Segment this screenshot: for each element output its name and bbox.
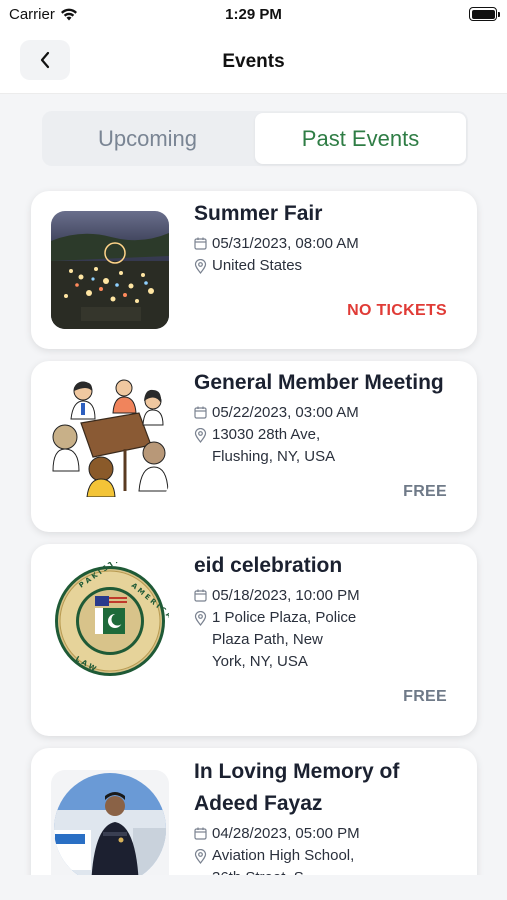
event-title: Summer Fair xyxy=(194,202,323,225)
event-location-line: Flushing, NY, USA xyxy=(212,448,336,465)
event-title: eid celebration xyxy=(194,554,343,577)
calendar-icon xyxy=(194,406,207,419)
location-pin-icon xyxy=(194,428,207,443)
event-location: Aviation High School, 36th Street, S... xyxy=(194,845,457,875)
event-location-line: Plaza Path, New xyxy=(212,631,323,648)
event-title: In Loving Memory of Adeed Fayaz xyxy=(194,756,467,820)
location-pin-icon xyxy=(194,849,207,864)
event-location-line: 13030 28th Ave, xyxy=(212,426,321,443)
tab-past-events[interactable]: Past Events xyxy=(255,113,466,164)
ticket-price-badge: FREE xyxy=(403,688,447,705)
event-date: 05/31/2023, 08:00 AM xyxy=(194,233,457,255)
event-card-summer-fair[interactable]: Summer Fair 05/31/2023, 08:00 AM United … xyxy=(31,191,477,349)
location-pin-icon xyxy=(194,259,207,274)
event-image-meeting xyxy=(51,379,169,497)
event-card-in-loving-memory[interactable]: In Loving Memory of Adeed Fayaz 04/28/20… xyxy=(31,748,477,875)
tab-upcoming[interactable]: Upcoming xyxy=(42,111,253,166)
event-card-eid-celebration[interactable]: P A K I S T A N I L A W A M E R I C A N … xyxy=(31,544,477,736)
event-card-general-member-meeting[interactable]: General Member Meeting 05/22/2023, 03:00… xyxy=(31,361,477,532)
event-image-fair xyxy=(51,211,169,329)
event-location-line: York, NY, USA xyxy=(212,653,308,670)
event-location: 13030 28th Ave, Flushing, NY, USA xyxy=(194,424,457,468)
event-title: General Member Meeting xyxy=(194,371,444,394)
ticket-status-badge: NO TICKETS xyxy=(347,302,447,319)
event-date: 05/18/2023, 10:00 PM xyxy=(194,585,457,607)
event-image-seal: P A K I S T A N I L A W A M E R I C A N xyxy=(51,562,169,680)
event-location: 1 Police Plaza, Police Plaza Path, New Y… xyxy=(194,607,457,673)
event-location-line: 36th Street, S... xyxy=(212,867,354,875)
event-title-line: In Loving Memory of xyxy=(194,760,400,783)
event-date-text: 04/28/2023, 05:00 PM xyxy=(212,825,360,842)
calendar-icon xyxy=(194,237,207,250)
calendar-icon xyxy=(194,827,207,840)
ticket-price-badge: FREE xyxy=(403,483,447,500)
bottom-safe-area xyxy=(0,875,507,900)
event-date: 05/22/2023, 03:00 AM xyxy=(194,402,457,424)
event-tabs: Upcoming Past Events xyxy=(42,111,468,166)
events-list[interactable]: Upcoming Past Events Summer Fair 05/31/2… xyxy=(0,0,507,875)
calendar-icon xyxy=(194,589,207,602)
event-date-text: 05/22/2023, 03:00 AM xyxy=(212,404,359,421)
event-image-portrait xyxy=(51,770,169,875)
event-location-line: Aviation High School, xyxy=(212,847,355,864)
event-location-line: 1 Police Plaza, Police xyxy=(212,609,357,626)
event-date-text: 05/18/2023, 10:00 PM xyxy=(212,587,360,604)
event-title-line: Adeed Fayaz xyxy=(194,792,323,815)
event-location: United States xyxy=(194,255,457,277)
location-pin-icon xyxy=(194,611,207,626)
event-date-text: 05/31/2023, 08:00 AM xyxy=(212,235,359,252)
event-date: 04/28/2023, 05:00 PM xyxy=(194,823,457,845)
event-location-line: United States xyxy=(212,257,303,274)
